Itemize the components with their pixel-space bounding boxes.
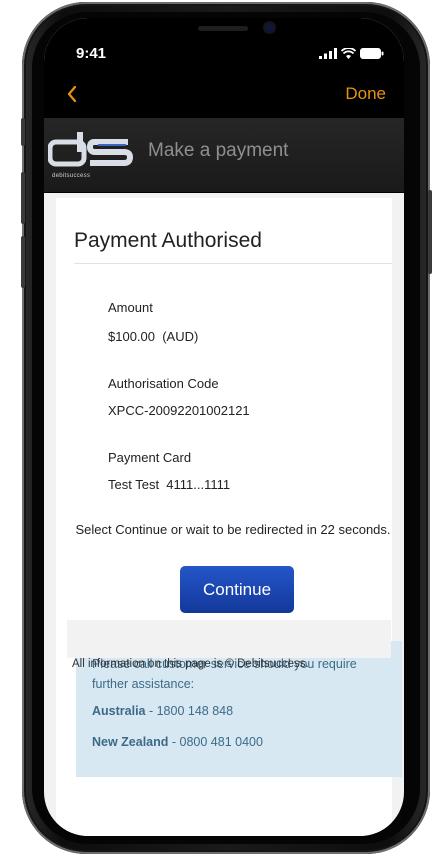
receipt-title: Payment Authorised (74, 229, 262, 252)
status-icons (319, 48, 384, 59)
power-button (428, 190, 432, 274)
camera (265, 23, 274, 32)
notch (136, 18, 312, 50)
side-button (21, 118, 25, 146)
volume-up-button (21, 172, 25, 224)
australia-phone[interactable]: - 1800 148 848 (146, 704, 233, 718)
done-button[interactable]: Done (345, 84, 386, 104)
battery-icon (360, 48, 384, 59)
logo-subtext: debitsuccess (52, 173, 91, 179)
continue-button[interactable]: Continue (180, 566, 294, 613)
signal-icon (319, 48, 337, 59)
volume-down-button (21, 236, 25, 288)
help-new-zealand: New Zealand - 0800 481 0400 (92, 735, 263, 749)
speaker (198, 26, 248, 31)
card-label: Payment Card (108, 450, 192, 465)
redirect-message: Select Continue or wait to be redirected… (75, 522, 391, 537)
auth-code-label: Authorisation Code (108, 376, 219, 391)
footer-copyright: All information on this page is © Debits… (72, 658, 309, 670)
title-divider (74, 263, 392, 264)
australia-label: Australia (92, 704, 146, 718)
help-australia: Australia - 1800 148 848 (92, 704, 233, 718)
new-zealand-phone[interactable]: - 0800 481 0400 (168, 735, 263, 749)
new-zealand-label: New Zealand (92, 735, 169, 749)
brand-header: debitsuccess Make a payment (44, 118, 404, 193)
status-time: 9:41 (76, 45, 107, 62)
footer-box (67, 620, 391, 658)
debitsuccess-logo-icon (48, 132, 134, 167)
auth-code-value: XPCC-20092201002121 (108, 403, 250, 418)
payment-card: Payment Authorised Amount $100.00 (AUD) … (56, 198, 402, 836)
back-chevron-icon[interactable] (60, 82, 84, 106)
card-value: Test Test 4111...1111 (108, 477, 231, 492)
nav-bar: Done (44, 70, 404, 118)
page-title: Make a payment (148, 140, 289, 161)
amount-value: $100.00 (AUD) (108, 329, 199, 344)
amount-label: Amount (108, 300, 153, 315)
phone-screen: 9:41 Done debitsuccess Make a payment Pa… (44, 18, 404, 836)
wifi-icon (341, 48, 356, 59)
